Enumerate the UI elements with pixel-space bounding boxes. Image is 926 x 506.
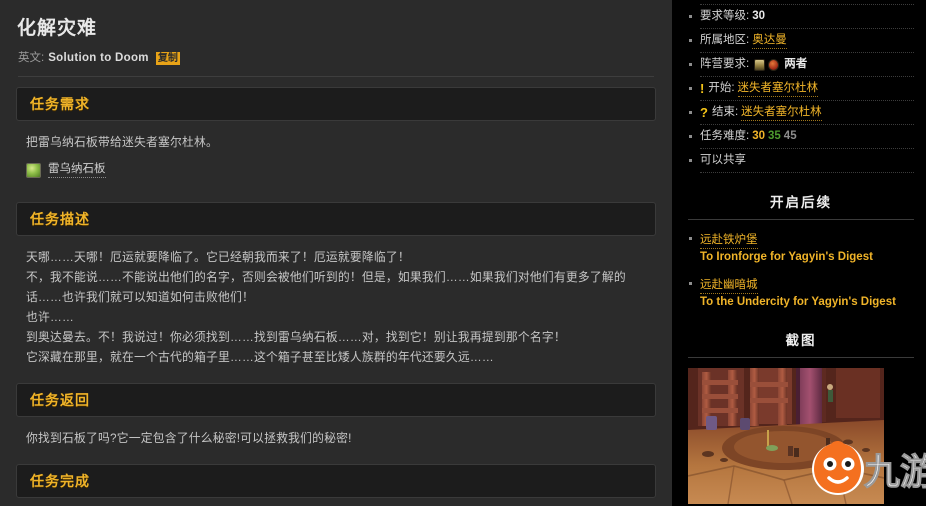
alliance-icon: [754, 58, 766, 71]
fact-zone: 所属地区: 奥达曼: [686, 29, 916, 52]
section-header-description: 任务描述: [16, 202, 656, 236]
fact-required-level: 要求等级: 30: [686, 5, 916, 28]
description-line: 也许……: [26, 310, 74, 324]
quest-chain-list: 远赴铁炉堡 To Ironforge for Yagyin's Digest 远…: [686, 230, 916, 311]
chain-quest-name-cn[interactable]: 远赴铁炉堡: [700, 232, 758, 249]
fact-quest-start: ! 开始: 迷失者塞尔杜林: [686, 77, 916, 100]
english-name: Solution to Doom: [48, 52, 149, 64]
section-body-turnin: 你找到石板了吗?它一定包含了什么秘密!可以拯救我们的秘密!: [16, 428, 656, 448]
chain-quest-name-cn[interactable]: 远赴幽暗城: [700, 277, 758, 294]
end-label: 结束:: [711, 106, 739, 118]
required-level-label: 要求等级:: [700, 10, 750, 22]
list-item[interactable]: 远赴铁炉堡 To Ironforge for Yagyin's Digest: [686, 230, 916, 266]
section-title-requirement: 任务需求: [30, 96, 90, 112]
description-line: 不，我不能说……不能说出他们的名字，否则会被他们听到的！但是，如果我们……如果我…: [26, 270, 626, 304]
shareable-label: 可以共享: [700, 154, 746, 166]
main-content-panel: 化解灾难 英文: Solution to Doom 复制 任务需求 把雷乌纳石板…: [0, 0, 672, 506]
section-title-turnin: 任务返回: [30, 392, 90, 408]
fact-separator: [700, 172, 914, 173]
section-body-description: 天哪……天哪！厄运就要降临了。它已经朝我而来了！厄运就要降临了！ 不，我不能说……: [16, 247, 656, 367]
required-item-row[interactable]: 雷乌纳石板: [26, 162, 646, 178]
info-sidebar: 要求等级: 30 所属地区: 奥达曼 阵营要求: 两者 ! 开始: 迷失者塞尔杜…: [672, 0, 926, 506]
spacer-after-requirement: [16, 182, 656, 202]
spacer-after-turnin: [16, 448, 656, 464]
difficulty-label: 任务难度:: [700, 130, 750, 142]
description-line: 它深藏在那里，就在一个古代的箱子里……这个箱子甚至比矮人族群的年代还要久远……: [26, 350, 494, 364]
screenshot-thumbnail[interactable]: 六季剧境降 刘十四方: [688, 368, 884, 504]
quest-chain-divider: [688, 219, 914, 220]
section-title-complete: 任务完成: [30, 473, 90, 489]
chain-quest-name-en[interactable]: To the Undercity for Yagyin's Digest: [700, 294, 916, 311]
english-label: 英文:: [18, 52, 45, 64]
quest-facts-list: 要求等级: 30 所属地区: 奥达曼 阵营要求: 两者 ! 开始: 迷失者塞尔杜…: [686, 5, 916, 173]
quest-chain-title: 开启后续: [770, 195, 832, 210]
list-item[interactable]: 远赴幽暗城 To the Undercity for Yagyin's Dige…: [686, 275, 916, 311]
horde-icon: [768, 58, 780, 71]
spacer-after-description: [16, 367, 656, 383]
end-npc-link[interactable]: 迷失者塞尔杜林: [741, 105, 822, 121]
faction-value: 两者: [784, 58, 808, 70]
faction-label: 阵营要求:: [700, 58, 750, 70]
section-header-requirement: 任务需求: [16, 87, 656, 121]
required-item-name[interactable]: 雷乌纳石板: [48, 162, 106, 178]
screenshots-title: 截图: [785, 333, 817, 348]
difficulty-value-mid: 35: [768, 130, 781, 142]
faction-icon-group: [754, 58, 780, 71]
fact-shareable: 可以共享: [686, 149, 916, 172]
screenshot-image: 六季剧境降 刘十四方: [688, 368, 884, 504]
screenshots-divider: [688, 357, 914, 358]
section-header-complete: 任务完成: [16, 464, 656, 498]
title-divider: [18, 76, 654, 77]
screenshots-block: 截图 六季剧境降 刘十四方: [686, 325, 916, 506]
description-line: 天哪……天哪！厄运就要降临了。它已经朝我而来了！厄运就要降临了！: [26, 250, 410, 264]
stone-tablet-icon: [26, 162, 41, 178]
quest-page: 化解灾难 英文: Solution to Doom 复制 任务需求 把雷乌纳石板…: [0, 0, 926, 506]
difficulty-value-high: 45: [783, 130, 797, 142]
objective-text: 把雷乌纳石板带给迷失者塞尔杜林。: [26, 135, 218, 149]
zone-link[interactable]: 奥达曼: [752, 33, 787, 49]
question-icon: ?: [700, 105, 708, 120]
start-npc-link[interactable]: 迷失者塞尔杜林: [737, 81, 819, 97]
zone-label: 所属地区:: [700, 34, 750, 46]
section-header-turnin: 任务返回: [16, 383, 656, 417]
section-title-description: 任务描述: [30, 211, 90, 227]
difficulty-value-low: 30: [752, 130, 765, 142]
page-title: 化解灾难: [17, 18, 98, 39]
turnin-text: 你找到石板了吗?它一定包含了什么秘密!可以拯救我们的秘密!: [26, 431, 352, 445]
start-label: 开始:: [708, 82, 735, 94]
quest-chain-block: 开启后续 远赴铁炉堡 To Ironforge for Yagyin's Dig…: [686, 187, 916, 311]
exclamation-icon: !: [700, 81, 705, 96]
required-level-value: 30: [752, 10, 765, 22]
description-line: 到奥达曼去。不！我说过！你必须找到……找到雷乌纳石板……对，找到它！别让我再提到…: [26, 330, 566, 344]
chain-quest-name-en[interactable]: To Ironforge for Yagyin's Digest: [700, 249, 916, 266]
english-name-row: 英文: Solution to Doom 复制: [18, 50, 656, 76]
svg-text:刘十四方: 刘十四方: [820, 473, 848, 482]
fact-faction: 阵营要求: 两者: [686, 53, 916, 76]
fact-quest-end: ? 结束: 迷失者塞尔杜林: [686, 101, 916, 124]
svg-text:六季剧境降: 六季剧境降: [820, 463, 855, 472]
section-body-requirement: 把雷乌纳石板带给迷失者塞尔杜林。 雷乌纳石板: [16, 132, 656, 178]
fact-difficulty: 任务难度: 30 35 45: [686, 125, 916, 148]
copy-button[interactable]: 复制: [155, 51, 180, 65]
